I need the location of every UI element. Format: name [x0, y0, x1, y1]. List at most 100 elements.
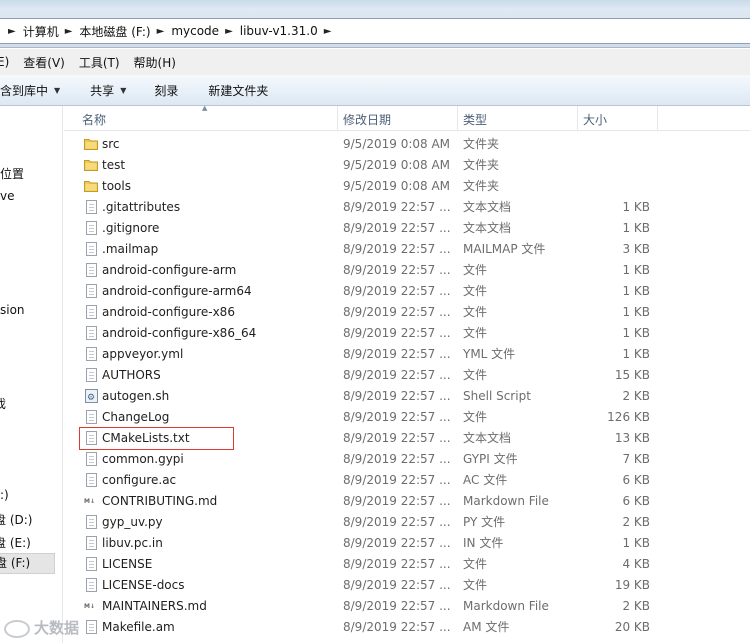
markdown-icon: M↓	[84, 498, 95, 505]
file-icon	[84, 410, 98, 425]
file-type: Markdown File	[463, 494, 549, 508]
file-size: 13 KB	[614, 431, 650, 445]
file-row[interactable]: gyp_uv.py 8/9/2019 22:57 ... PY 文件 2 KB	[64, 512, 750, 533]
file-type: 文本文档	[463, 200, 512, 214]
nav-item-drive[interactable]: ve	[0, 189, 14, 203]
file-size: 1 KB	[622, 200, 650, 214]
file-row[interactable]: libuv.pc.in 8/9/2019 22:57 ... IN 文件 1 KB	[64, 533, 750, 554]
breadcrumb-item-drive-f[interactable]: 本地磁盘 (F:) ►	[79, 23, 171, 40]
breadcrumb-item-computer[interactable]: 计算机 ►	[23, 23, 80, 40]
file-size: 1 KB	[622, 263, 650, 277]
window-title-strip	[0, 0, 750, 8]
watermark-logo-icon	[4, 619, 30, 638]
breadcrumb-item-mycode[interactable]: mycode ►	[171, 24, 239, 38]
file-size: 19 KB	[614, 578, 650, 592]
file-row[interactable]: appveyor.yml 8/9/2019 22:57 ... YML 文件 1 KB	[64, 344, 750, 365]
dropdown-arrow-icon: ▼	[120, 85, 127, 95]
file-row[interactable]: ChangeLog 8/9/2019 22:57 ... 文件 126 KB	[64, 407, 750, 428]
file-date: 9/5/2019 0:08 AM	[343, 158, 451, 172]
column-divider[interactable]	[657, 106, 658, 131]
file-date: 8/9/2019 22:57 ...	[343, 473, 451, 487]
file-row[interactable]: common.gypi 8/9/2019 22:57 ... GYPI 文件 7 KB	[64, 449, 750, 470]
file-icon	[84, 452, 98, 467]
share-button[interactable]: 共享 ▼	[90, 82, 126, 99]
file-row[interactable]: LICENSE-docs 8/9/2019 22:57 ... 文件 19 KB	[64, 575, 750, 596]
nav-item-drive-c[interactable]: :)	[0, 488, 9, 502]
file-type: 文件	[463, 578, 488, 592]
menu-edit[interactable]: E)	[0, 55, 9, 69]
breadcrumb-item-libuv[interactable]: libuv-v1.31.0 ►	[240, 24, 339, 38]
file-row[interactable]: .mailmap 8/9/2019 22:57 ... MAILMAP 文件 3 KB	[64, 239, 750, 260]
file-type: IN 文件	[463, 536, 504, 550]
file-date: 8/9/2019 22:57 ...	[343, 389, 451, 403]
file-name: android-configure-x86	[102, 305, 235, 319]
file-row[interactable]: android-configure-arm64 8/9/2019 22:57 ..…	[64, 281, 750, 302]
file-row[interactable]: android-configure-x86 8/9/2019 22:57 ... 文…	[64, 302, 750, 323]
file-row[interactable]: android-configure-x86_64 8/9/2019 22:57 .…	[64, 323, 750, 344]
file-name: CONTRIBUTING.md	[102, 494, 218, 508]
menu-help[interactable]: 帮助(H)	[134, 54, 176, 71]
file-row[interactable]: .gitattributes 8/9/2019 22:57 ... 文本文档 1 KB	[64, 197, 750, 218]
file-type: MAILMAP 文件	[463, 242, 546, 256]
file-row[interactable]: autogen.sh 8/9/2019 22:57 ... Shell Script…	[64, 386, 750, 409]
file-date: 9/5/2019 0:08 AM	[343, 179, 451, 193]
include-in-library-button[interactable]: 包含到库中 ▼	[0, 82, 60, 99]
file-icon	[84, 536, 98, 551]
new-folder-button[interactable]: 新建文件夹	[208, 82, 268, 99]
file-type: 文件夹	[463, 137, 500, 151]
file-row[interactable]: M↓ MAINTAINERS.md 8/9/2019 22:57 ... Markdo…	[64, 596, 750, 617]
breadcrumb-root-arrow[interactable]: ►	[2, 26, 23, 37]
nav-item-version[interactable]: sion	[0, 303, 25, 317]
file-row[interactable]: configure.ac 8/9/2019 22:57 ... AC 文件 6 KB	[64, 470, 750, 491]
file-row[interactable]: android-configure-arm 8/9/2019 22:57 ... 文…	[64, 260, 750, 281]
menu-tools[interactable]: 工具(T)	[79, 54, 120, 71]
file-row[interactable]: M↓ CONTRIBUTING.md 8/9/2019 22:57 ... Markd…	[64, 491, 750, 512]
file-name: appveyor.yml	[102, 347, 184, 361]
chevron-right-icon[interactable]: ►	[225, 26, 233, 37]
file-icon	[84, 347, 98, 362]
file-row[interactable]: test 9/5/2019 0:08 AM 文件夹	[64, 155, 750, 176]
file-type: 文件夹	[463, 179, 500, 193]
file-type: 文件	[463, 263, 488, 277]
file-icon	[84, 515, 98, 530]
file-size: 1 KB	[622, 305, 650, 319]
file-name: .gitattributes	[102, 200, 181, 214]
burn-button[interactable]: 刻录	[154, 82, 178, 99]
file-row[interactable]: .gitignore 8/9/2019 22:57 ... 文本文档 1 KB	[64, 218, 750, 239]
file-row[interactable]: tools 9/5/2019 0:08 AM 文件夹	[64, 176, 750, 197]
highlight-annotation-box	[79, 427, 234, 450]
file-row[interactable]: Makefile.am 8/9/2019 22:57 ... AM 文件 20 KB	[64, 617, 750, 638]
file-type: Shell Script	[463, 389, 531, 403]
file-row[interactable]: src 9/5/2019 0:08 AM 文件夹	[64, 134, 750, 155]
file-date: 8/9/2019 22:57 ...	[343, 431, 451, 445]
chevron-right-icon[interactable]: ►	[324, 26, 332, 37]
file-icon	[84, 284, 98, 299]
breadcrumb-label: 计算机	[22, 24, 59, 39]
chevron-right-icon[interactable]: ►	[65, 26, 73, 37]
nav-item-drive-d[interactable]: 盘 (D:)	[0, 511, 32, 528]
column-name[interactable]: 名称	[76, 106, 336, 131]
nav-item-locations[interactable]: 的位置	[0, 165, 24, 182]
menu-view[interactable]: 查看(V)	[23, 54, 65, 71]
file-icon	[84, 557, 98, 572]
file-date: 8/9/2019 22:57 ...	[343, 242, 451, 256]
watermark: 大数据	[4, 617, 79, 638]
file-row[interactable]: LICENSE 8/9/2019 22:57 ... 文件 4 KB	[64, 554, 750, 575]
file-name: Makefile.am	[102, 620, 175, 634]
file-row[interactable]: AUTHORS 8/9/2019 22:57 ... 文件 15 KB	[64, 365, 750, 386]
file-icon	[84, 242, 98, 257]
column-type[interactable]: 类型	[457, 106, 577, 131]
nav-item-games[interactable]: 戏	[0, 395, 6, 412]
nav-item-drive-f[interactable]: 盘 (F:)	[0, 553, 55, 574]
breadcrumb[interactable]: ► 计算机 ► 本地磁盘 (F:) ► mycode ► libuv-v1.31.0 ►	[0, 18, 750, 44]
file-list: ▲ 名称 修改日期 类型 大小 src 9/5/2019 0:08 AM 文件夹 te…	[64, 104, 750, 643]
column-size[interactable]: 大小	[577, 106, 657, 131]
file-size: 1 KB	[622, 284, 650, 298]
file-date: 8/9/2019 22:57 ...	[343, 494, 451, 508]
column-date[interactable]: 修改日期	[337, 106, 457, 131]
chevron-right-icon[interactable]: ►	[157, 26, 165, 37]
file-date: 9/5/2019 0:08 AM	[343, 137, 451, 151]
menu-bar: E) 查看(V) 工具(T) 帮助(H)	[0, 49, 750, 75]
file-name: gyp_uv.py	[102, 515, 163, 529]
nav-item-drive-e[interactable]: 盘 (E:)	[0, 534, 31, 551]
